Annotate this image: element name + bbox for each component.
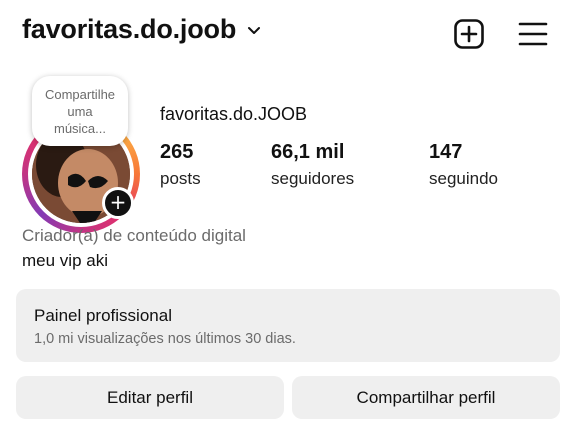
following-count: 147 <box>429 141 463 163</box>
followers-label: seguidores <box>271 169 355 188</box>
posts-count: 265 <box>160 141 194 163</box>
dashboard-subtitle: 1,0 mi visualizações nos últimos 30 dias… <box>34 331 296 347</box>
username-title: favoritas.do.joob <box>22 14 237 44</box>
profile-bio: meu vip aki <box>22 251 108 270</box>
professional-dashboard[interactable]: Painel profissional 1,0 mi visualizações… <box>16 289 560 362</box>
profile-screen: favoritas.do.joob + Compartilhe uma músi… <box>0 0 576 430</box>
profile-category: Criador(a) de conteúdo digital <box>22 226 246 245</box>
add-story-button[interactable]: + <box>102 187 134 219</box>
share-profile-button[interactable]: Compartilhar perfil <box>292 376 560 419</box>
followers-count: 66,1 mil <box>271 141 345 163</box>
chevron-down-icon <box>248 26 261 34</box>
note-text: Compartilhe uma música... <box>44 86 116 136</box>
account-switcher[interactable]: favoritas.do.joob <box>22 14 262 45</box>
stat-posts[interactable]: 265 posts <box>160 140 201 190</box>
hamburger-menu-icon[interactable] <box>517 18 549 50</box>
plus-square-icon[interactable] <box>453 18 485 50</box>
dashboard-title: Painel profissional <box>34 306 172 325</box>
stat-following[interactable]: 147 seguindo <box>429 140 498 190</box>
stat-followers[interactable]: 66,1 mil seguidores <box>271 140 354 190</box>
display-name: favoritas.do.JOOB <box>160 104 308 124</box>
profile-header: favoritas.do.joob <box>0 0 576 68</box>
edit-profile-button[interactable]: Editar perfil <box>16 376 284 419</box>
posts-label: posts <box>160 169 201 188</box>
following-label: seguindo <box>429 169 499 188</box>
note-bubble[interactable]: Compartilhe uma música... <box>32 76 128 146</box>
